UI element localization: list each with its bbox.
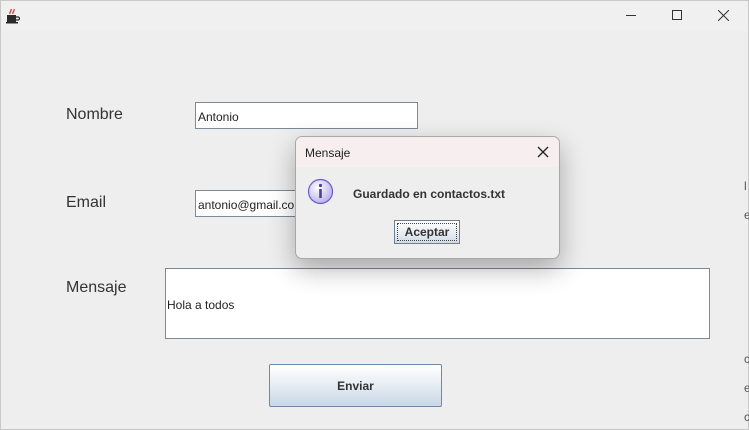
- dialog-title-bar[interactable]: Mensaje: [296, 137, 559, 167]
- dialog-message: Guardado en contactos.txt: [353, 187, 506, 201]
- close-window-button[interactable]: [700, 1, 746, 31]
- background-edge-text: e: [744, 381, 749, 395]
- mensaje-label: Mensaje: [66, 279, 127, 296]
- aceptar-button[interactable]: Aceptar: [394, 220, 460, 244]
- info-icon: [307, 178, 334, 205]
- enviar-button[interactable]: Enviar: [269, 364, 442, 407]
- background-edge-text: l: [744, 179, 747, 193]
- background-edge-text: c: [744, 410, 749, 424]
- maximize-button[interactable]: [654, 1, 700, 31]
- nombre-field[interactable]: Antonio: [195, 102, 418, 129]
- title-bar[interactable]: [1, 1, 748, 31]
- close-icon: [537, 146, 549, 158]
- message-dialog: Mensaje Guardado en contactos.txt Acepta…: [295, 136, 560, 259]
- minimize-icon: [626, 15, 636, 16]
- background-edge-text: c: [744, 352, 749, 366]
- email-label: Email: [66, 194, 107, 211]
- background-edge-text: e: [744, 208, 749, 222]
- maximize-icon: [672, 10, 682, 20]
- dialog-close-button[interactable]: [534, 143, 552, 161]
- nombre-label: Nombre: [66, 106, 123, 123]
- dialog-title: Mensaje: [305, 146, 351, 160]
- minimize-button[interactable]: [608, 1, 654, 31]
- java-cup-icon[interactable]: [5, 8, 21, 24]
- close-icon: [718, 10, 729, 21]
- mensaje-textarea[interactable]: Hola a todos: [165, 268, 710, 339]
